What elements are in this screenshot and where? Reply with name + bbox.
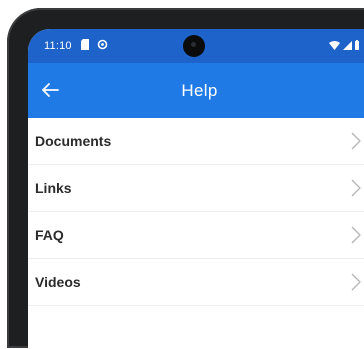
arrow-left-icon[interactable] <box>38 78 62 102</box>
menu-item-faq[interactable]: FAQ <box>28 212 364 259</box>
menu-item-links[interactable]: Links <box>28 165 364 212</box>
signal-icon <box>343 40 352 53</box>
status-time: 11:10 <box>44 40 72 52</box>
chevron-right-icon <box>349 273 363 291</box>
sd-card-icon <box>80 39 90 53</box>
device-frame: 11:10 Help Documents Links FAQ Videos <box>7 8 364 349</box>
menu-item-label: FAQ <box>35 227 64 243</box>
status-bar: 11:10 <box>28 29 364 63</box>
chevron-right-icon <box>349 226 363 244</box>
phone-screen: 11:10 Help Documents Links FAQ Videos <box>28 29 364 349</box>
wifi-icon <box>329 40 340 53</box>
app-bar: Help <box>28 63 364 118</box>
page-title: Help <box>181 80 218 100</box>
menu-item-label: Links <box>35 180 72 196</box>
menu-item-label: Videos <box>35 274 81 290</box>
battery-icon <box>355 40 359 53</box>
menu-item-videos[interactable]: Videos <box>28 259 364 306</box>
settings-sync-icon <box>97 39 108 53</box>
menu-item-label: Documents <box>35 133 112 149</box>
menu-item-documents[interactable]: Documents <box>28 118 364 165</box>
front-camera <box>183 35 205 57</box>
help-menu-list: Documents Links FAQ Videos <box>28 118 364 306</box>
chevron-right-icon <box>349 132 363 150</box>
chevron-right-icon <box>349 179 363 197</box>
